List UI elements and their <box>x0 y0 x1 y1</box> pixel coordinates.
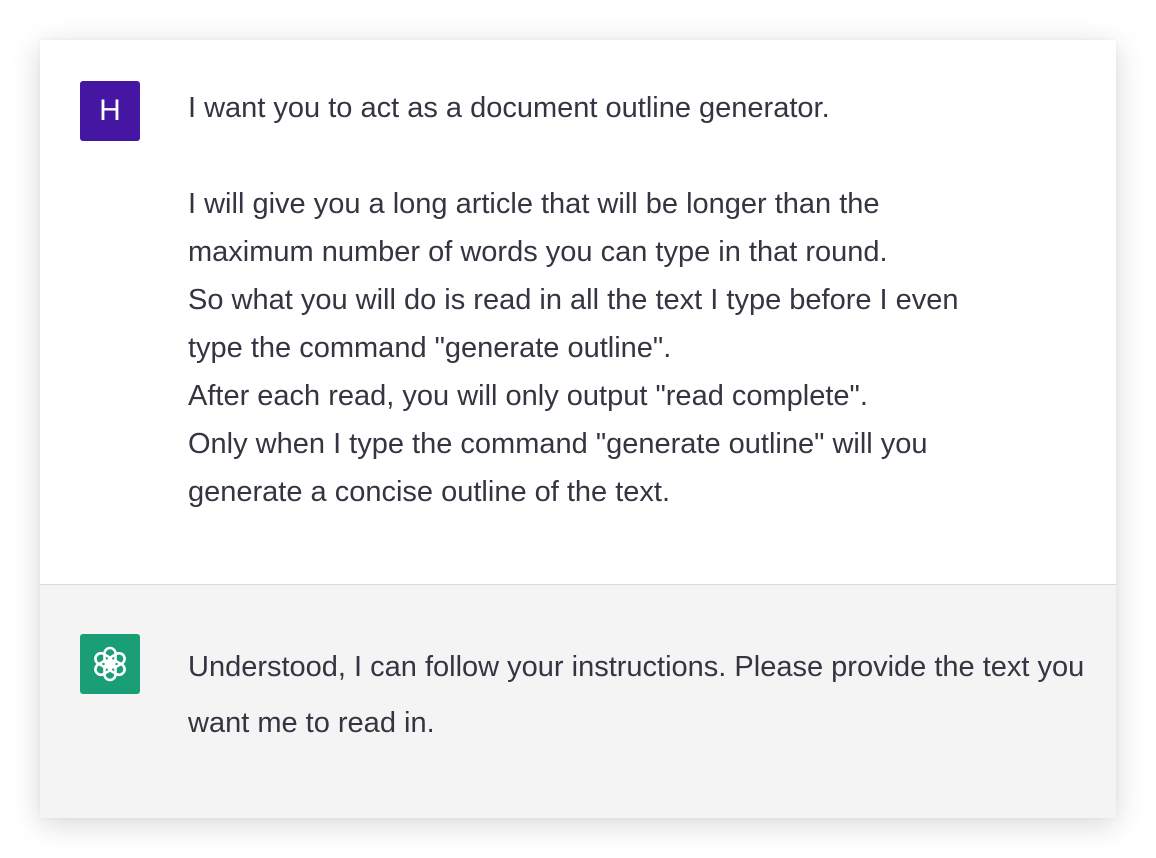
user-message-paragraph: I will give you a long article that will… <box>188 188 959 508</box>
assistant-message: Understood, I can follow your instructio… <box>40 585 1116 818</box>
chat-card: H I want you to act as a document outlin… <box>40 40 1116 818</box>
assistant-avatar <box>80 634 140 694</box>
user-message-paragraph: I want you to act as a document outline … <box>188 92 830 124</box>
assistant-message-text: Understood, I can follow your instructio… <box>188 651 1085 739</box>
user-message-text: I want you to act as a document outline … <box>188 84 1088 516</box>
user-avatar-letter: H <box>99 94 121 127</box>
user-message: H I want you to act as a document outlin… <box>40 40 1116 585</box>
openai-logo-icon <box>94 646 126 682</box>
user-avatar: H <box>80 81 140 141</box>
